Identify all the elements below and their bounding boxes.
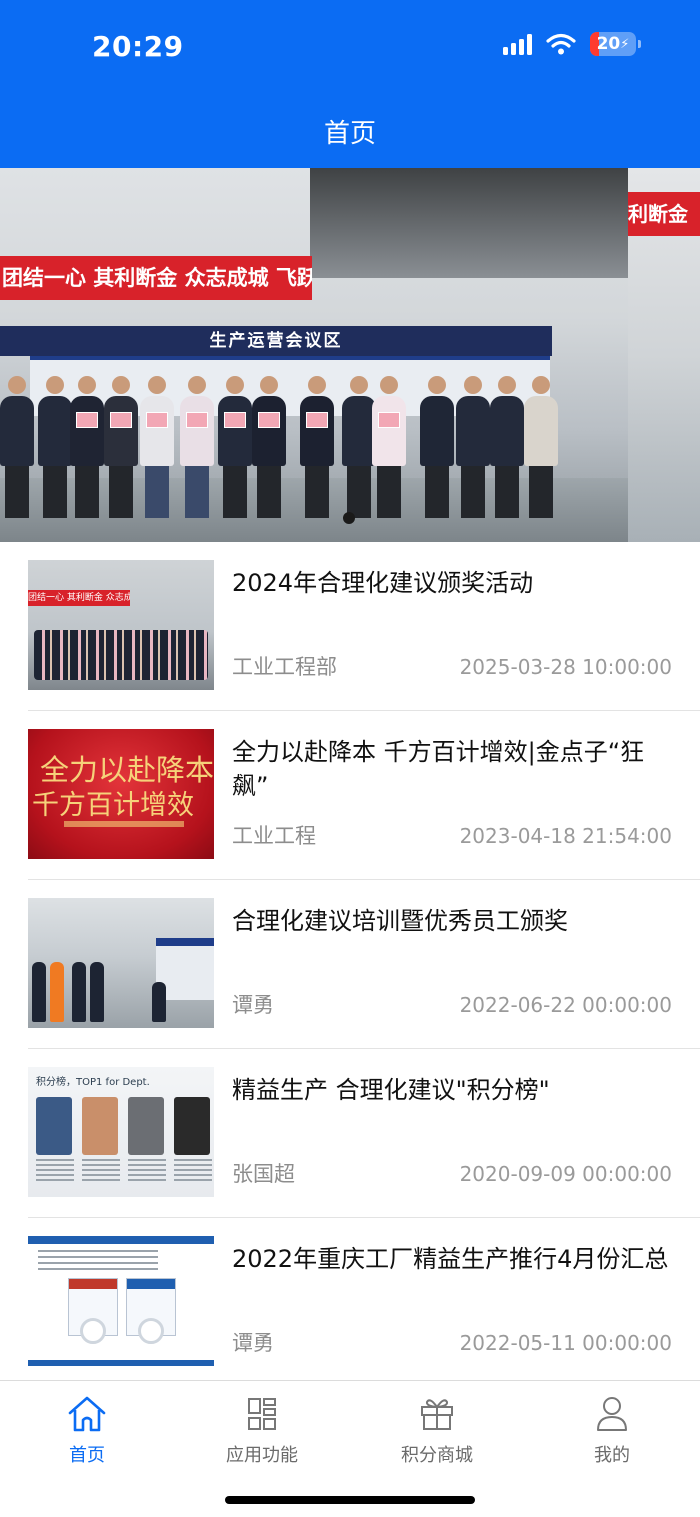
- tab-apps-label: 应用功能: [226, 1445, 298, 1466]
- wifi-icon: [546, 33, 576, 55]
- news-title: 精益生产 合理化建议"积分榜": [232, 1076, 550, 1104]
- user-icon: [597, 1397, 627, 1431]
- news-item[interactable]: 2022年重庆工厂精益生产推行4月份汇总 谭勇 2022-05-11 00:00…: [28, 1218, 700, 1387]
- news-title: 2024年合理化建议颁奖活动: [232, 569, 534, 597]
- news-title: 合理化建议培训暨优秀员工颁奖: [232, 907, 568, 935]
- news-author: 谭勇: [232, 993, 274, 1017]
- status-icons: 20 ⚡: [503, 32, 641, 56]
- news-item[interactable]: 团结一心 其利断金 众志成城 飞跃巅峰 2024年合理化建议颁奖活动 工业工程部…: [28, 542, 700, 711]
- news-date: 2020-09-09 00:00:00: [459, 1162, 672, 1186]
- banner-next-slogan: 利断金: [628, 192, 700, 236]
- tab-me-label: 我的: [594, 1445, 630, 1466]
- news-author: 工业工程部: [232, 655, 337, 679]
- banner-slide-next[interactable]: 利断金: [628, 168, 700, 542]
- news-thumbnail: 积分榜，TOP1 for Dept.: [28, 1067, 214, 1197]
- carousel-indicator-dot[interactable]: [343, 512, 355, 524]
- news-date: 2022-06-22 00:00:00: [459, 993, 672, 1017]
- news-date: 2022-05-11 00:00:00: [459, 1331, 672, 1355]
- news-item[interactable]: 积分榜，TOP1 for Dept. 精益生产 合理化建议"积分榜" 张国超 2…: [28, 1049, 700, 1218]
- news-item[interactable]: 合理化建议培训暨优秀员工颁奖 谭勇 2022-06-22 00:00:00: [28, 880, 700, 1049]
- tab-home[interactable]: 首页: [27, 1393, 147, 1467]
- news-list: 团结一心 其利断金 众志成城 飞跃巅峰 2024年合理化建议颁奖活动 工业工程部…: [0, 542, 700, 1387]
- news-date: 2025-03-28 10:00:00: [459, 655, 672, 679]
- news-date: 2023-04-18 21:54:00: [459, 824, 672, 848]
- banner-slide-current[interactable]: 团结一心 其利断金 众志成城 飞跃巅峰 生产运营会议区: [0, 168, 628, 542]
- tab-apps[interactable]: 应用功能: [202, 1393, 322, 1467]
- news-author: 张国超: [232, 1162, 295, 1186]
- news-thumbnail: 全力以赴降本 千方百计增效: [28, 729, 214, 859]
- gift-icon: [421, 1399, 453, 1430]
- banner-sign: 生产运营会议区: [0, 326, 552, 356]
- tab-home-label: 首页: [69, 1445, 105, 1466]
- home-icon: [68, 1396, 106, 1432]
- banner-carousel[interactable]: 团结一心 其利断金 众志成城 飞跃巅峰 生产运营会议区 利断金: [0, 168, 700, 542]
- news-thumbnail: [28, 898, 214, 1028]
- tab-points-mall[interactable]: 积分商城: [377, 1393, 497, 1467]
- news-item[interactable]: 全力以赴降本 千方百计增效 全力以赴降本 千方百计增效|金点子“狂飙” 工业工程…: [28, 711, 700, 880]
- news-author: 谭勇: [232, 1331, 274, 1355]
- news-title: 全力以赴降本 千方百计增效|金点子“狂飙”: [232, 738, 645, 800]
- news-title: 2022年重庆工厂精益生产推行4月份汇总: [232, 1245, 669, 1273]
- status-time: 20:29: [92, 30, 184, 63]
- banner-group-photo: [0, 368, 560, 518]
- banner-slogan: 团结一心 其利断金 众志成城 飞跃巅峰: [0, 256, 312, 300]
- page-title: 首页: [323, 119, 376, 149]
- battery-level: 20: [596, 34, 621, 54]
- home-indicator: [225, 1496, 475, 1504]
- battery-charging-icon: 20 ⚡: [590, 32, 641, 56]
- grid-apps-icon: [248, 1398, 276, 1430]
- cellular-signal-icon: [503, 33, 532, 55]
- tab-me[interactable]: 我的: [552, 1393, 672, 1467]
- news-thumbnail: 团结一心 其利断金 众志成城 飞跃巅峰: [28, 560, 214, 690]
- app-header: 20:29 20 ⚡ 首页: [0, 0, 700, 168]
- news-author: 工业工程: [232, 824, 316, 848]
- news-thumbnail: [28, 1236, 214, 1366]
- tab-points-mall-label: 积分商城: [401, 1445, 473, 1466]
